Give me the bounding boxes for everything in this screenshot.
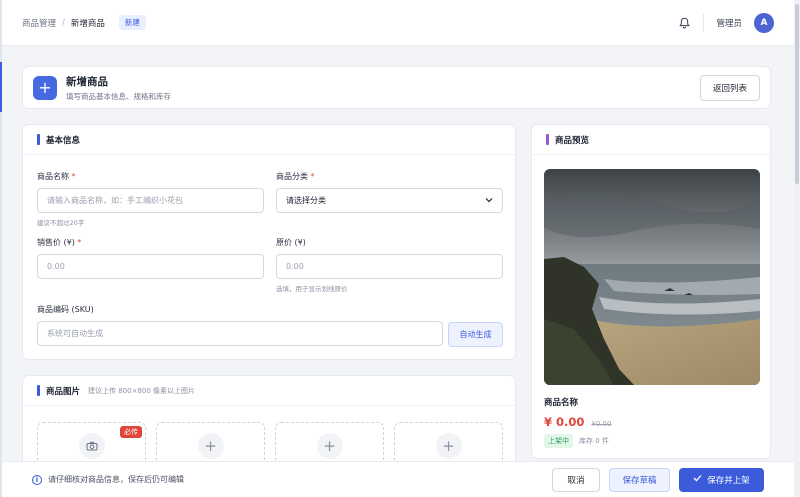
product-name-help: 建议不超过20字 — [37, 219, 85, 227]
preview-price: ¥ 0.00 ¥0.00 — [544, 415, 611, 429]
page-subtitle: 填写商品基本信息、规格和库存 — [66, 91, 171, 101]
breadcrumb-parent[interactable]: 商品管理 — [22, 17, 56, 29]
left-edge-marker — [0, 62, 2, 112]
save-draft-button[interactable]: 保存草稿 — [609, 467, 670, 492]
section-accent — [37, 385, 40, 396]
basic-info-title: 基本信息 — [46, 135, 81, 146]
images-card: 商品图片 建议上传 800×800 像素以上图片 必传 + + + — [22, 375, 516, 465]
product-name-input[interactable]: 请输入商品名称，如：手工编织小花包 — [37, 188, 264, 213]
save-and-publish-button[interactable]: 保存并上架 — [679, 467, 764, 492]
divider — [703, 13, 705, 32]
sale-price-field: 销售价 (¥) * 0.00 — [37, 237, 264, 279]
page-title: 新增商品 — [66, 75, 108, 88]
auto-generate-button[interactable]: 自动生成 — [448, 322, 503, 347]
breadcrumb-current: 新增商品 — [70, 18, 105, 29]
preview-title: 商品预览 — [555, 135, 590, 146]
main-image-upload[interactable]: 必传 — [37, 422, 146, 464]
footer-action-bar: i 请仔细核对商品信息，保存后仍可编辑 取消 保存草稿 保存并上架 — [2, 461, 794, 497]
check-icon — [693, 474, 702, 485]
image-upload-slot[interactable]: + — [394, 422, 503, 464]
preview-original-price: ¥0.00 — [591, 420, 612, 428]
images-title: 商品图片 — [46, 386, 81, 397]
images-hint: 建议上传 800×800 像素以上图片 — [88, 386, 196, 395]
category-select[interactable]: 请选择分类 — [276, 188, 503, 213]
category-field: 商品分类 * 请选择分类 — [276, 171, 503, 213]
sale-price-label-text: 销售价 (¥) — [37, 238, 75, 247]
plus-icon: + — [197, 433, 224, 459]
plus-icon: + — [435, 433, 462, 459]
category-selected-value: 请选择分类 — [286, 196, 326, 205]
bell-icon[interactable] — [677, 16, 691, 30]
scrollbar[interactable] — [794, 0, 800, 497]
category-label-text: 商品分类 — [276, 172, 308, 181]
avatar[interactable]: A — [754, 12, 774, 33]
preview-status-row: 上架中 库存 0 件 — [544, 434, 609, 448]
sale-price-label: 销售价 (¥) * — [37, 237, 264, 248]
breadcrumb-separator: / — [62, 17, 65, 28]
cancel-button[interactable]: 取消 — [552, 467, 600, 492]
section-accent — [546, 134, 549, 145]
user-name[interactable]: 管理员 — [716, 17, 742, 29]
original-price-label: 原价 (¥) — [276, 238, 306, 247]
required-mark: * — [310, 172, 315, 181]
section-accent — [37, 134, 40, 145]
required-mark: * — [77, 238, 82, 247]
preview-card: 商品预览 商品名称 ¥ 0.00 ¥0.00 上架中 库存 0 件 — [531, 124, 771, 459]
breadcrumb: 商品管理 / 新增商品 新建 — [22, 15, 146, 30]
info-icon: i — [32, 474, 42, 485]
original-price-field: 原价 (¥) 0.00 选填，用于显示划线原价 — [276, 237, 503, 293]
product-name-label-text: 商品名称 — [37, 172, 69, 181]
section-title: 商品预览 — [532, 125, 770, 155]
preview-product-name: 商品名称 — [544, 398, 579, 408]
image-upload-slot[interactable]: + — [275, 422, 384, 464]
back-to-list-button[interactable]: 返回列表 — [699, 74, 760, 101]
sku-input[interactable]: 系统可自动生成 — [37, 321, 443, 346]
product-name-label: 商品名称 * — [37, 171, 264, 182]
scrollbar-thumb[interactable] — [795, 4, 799, 184]
product-name-field: 商品名称 * 请输入商品名称，如：手工编织小花包 建议不超过20字 — [37, 171, 264, 227]
sale-price-input[interactable]: 0.00 — [37, 254, 264, 279]
plus-icon: + — [33, 75, 57, 100]
save-and-publish-label: 保存并上架 — [707, 475, 750, 486]
sku-field: 商品编码 (SKU) 系统可自动生成 — [37, 304, 443, 346]
preview-sale-price: ¥ 0.00 — [544, 415, 585, 429]
original-price-input[interactable]: 0.00 — [276, 254, 503, 279]
original-price-help: 选填，用于显示划线原价 — [276, 285, 348, 293]
section-title: 商品图片 建议上传 800×800 像素以上图片 — [23, 376, 515, 406]
sku-label: 商品编码 (SKU) — [37, 305, 94, 314]
status-badge: 上架中 — [544, 434, 573, 448]
product-preview-image — [544, 169, 760, 385]
footer-hint: 请仔细核对商品信息，保存后仍可编辑 — [48, 475, 184, 484]
chevron-down-icon — [485, 196, 493, 205]
page-header: + 新增商品 填写商品基本信息、规格和库存 返回列表 — [22, 66, 771, 109]
required-tag: 必传 — [120, 426, 142, 438]
image-upload-slot[interactable]: + — [156, 422, 265, 464]
left-edge — [0, 0, 2, 497]
camera-icon — [78, 433, 105, 459]
status-badge: 新建 — [118, 15, 146, 30]
category-label: 商品分类 * — [276, 171, 503, 182]
stock-count: 库存 0 件 — [579, 437, 609, 445]
basic-info-card: 基本信息 商品名称 * 请输入商品名称，如：手工编织小花包 建议不超过20字 商… — [22, 124, 516, 360]
section-title: 基本信息 — [23, 125, 515, 155]
image-upload-list: 必传 + + + — [37, 422, 503, 464]
top-bar: 商品管理 / 新增商品 新建 管理员 A — [2, 0, 794, 46]
required-mark: * — [71, 172, 76, 181]
plus-icon: + — [316, 433, 343, 459]
